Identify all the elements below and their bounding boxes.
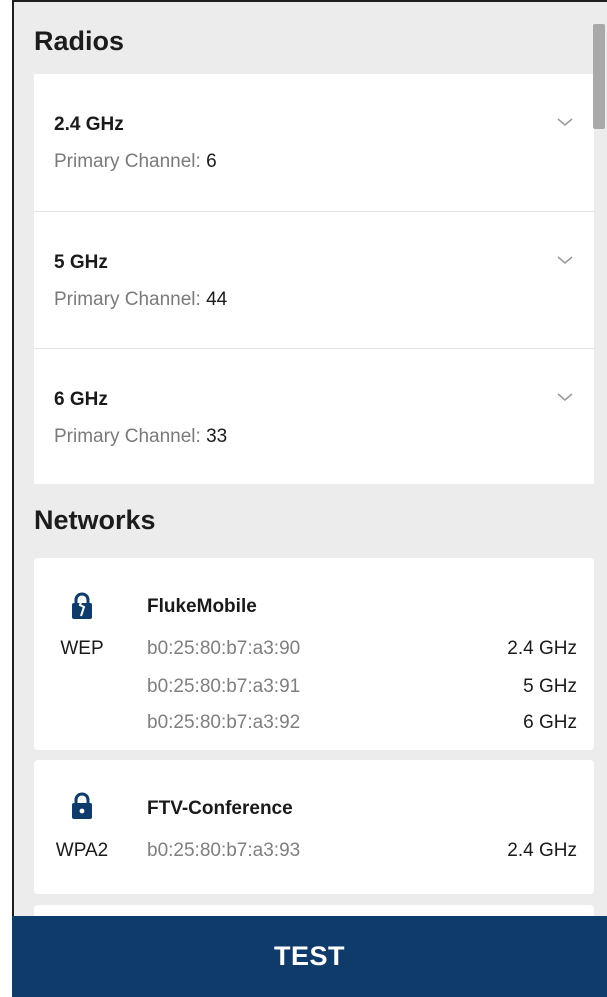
radio-primary-channel: Primary Channel: 6 — [54, 151, 217, 173]
broken-lock-icon — [72, 592, 92, 619]
bssid-mac: b0:25:80:b7:a3:90 — [147, 638, 301, 659]
primary-channel-label: Primary Channel: — [54, 426, 201, 447]
radio-band-label: 2.4 GHz — [54, 114, 124, 135]
scrollbar[interactable] — [593, 2, 607, 997]
chevron-down-icon[interactable] — [556, 116, 574, 128]
radio-row-5ghz[interactable]: 5 GHz Primary Channel: 44 — [34, 211, 594, 348]
radio-primary-channel: Primary Channel: 44 — [54, 289, 227, 311]
radios-card: 2.4 GHz Primary Channel: 6 5 GHz Primary… — [34, 74, 594, 484]
bssid-row: b0:25:80:b7:a3:91 5 GHz — [147, 676, 577, 700]
bssid-row: b0:25:80:b7:a3:93 2.4 GHz — [147, 840, 577, 864]
lock-icon — [72, 792, 92, 819]
radio-band-label: 5 GHz — [54, 252, 108, 273]
radios-section-title: Radios — [34, 26, 125, 56]
primary-channel-value: 33 — [206, 426, 228, 447]
bssid-row: b0:25:80:b7:a3:90 2.4 GHz — [147, 638, 577, 662]
primary-channel-value: 6 — [206, 151, 217, 172]
scrollbar-thumb[interactable] — [593, 24, 605, 129]
radio-row-6ghz[interactable]: 6 GHz Primary Channel: 33 — [34, 348, 594, 485]
primary-channel-label: Primary Channel: — [54, 289, 201, 310]
primary-channel-value: 44 — [206, 289, 228, 310]
network-card-flukemobile[interactable]: WEP FlukeMobile b0:25:80:b7:a3:90 2.4 GH… — [34, 558, 594, 750]
app-frame: Radios 2.4 GHz Primary Channel: 6 5 GHz … — [12, 0, 607, 997]
networks-section-title: Networks — [34, 505, 156, 535]
chevron-down-icon[interactable] — [556, 391, 574, 403]
security-type-label: WEP — [60, 638, 104, 659]
bssid-band: 5 GHz — [523, 676, 577, 697]
security-type-label: WPA2 — [55, 840, 109, 861]
radio-band-label: 6 GHz — [54, 389, 108, 410]
bssid-mac: b0:25:80:b7:a3:91 — [147, 676, 301, 697]
radio-row-2-4ghz[interactable]: 2.4 GHz Primary Channel: 6 — [34, 74, 594, 211]
network-ssid: FlukeMobile — [147, 596, 257, 617]
test-button[interactable]: TEST — [12, 916, 607, 997]
bssid-band: 2.4 GHz — [507, 840, 577, 861]
network-ssid: FTV-Conference — [147, 798, 293, 819]
bssid-band: 2.4 GHz — [507, 638, 577, 659]
bssid-mac: b0:25:80:b7:a3:92 — [147, 712, 301, 733]
bssid-row: b0:25:80:b7:a3:92 6 GHz — [147, 712, 577, 736]
bssid-band: 6 GHz — [523, 712, 577, 733]
network-card-ftv-conference[interactable]: WPA2 FTV-Conference b0:25:80:b7:a3:93 2.… — [34, 760, 594, 894]
chevron-down-icon[interactable] — [556, 254, 574, 266]
bssid-mac: b0:25:80:b7:a3:93 — [147, 840, 301, 861]
radio-primary-channel: Primary Channel: 33 — [54, 426, 227, 448]
primary-channel-label: Primary Channel: — [54, 151, 201, 172]
